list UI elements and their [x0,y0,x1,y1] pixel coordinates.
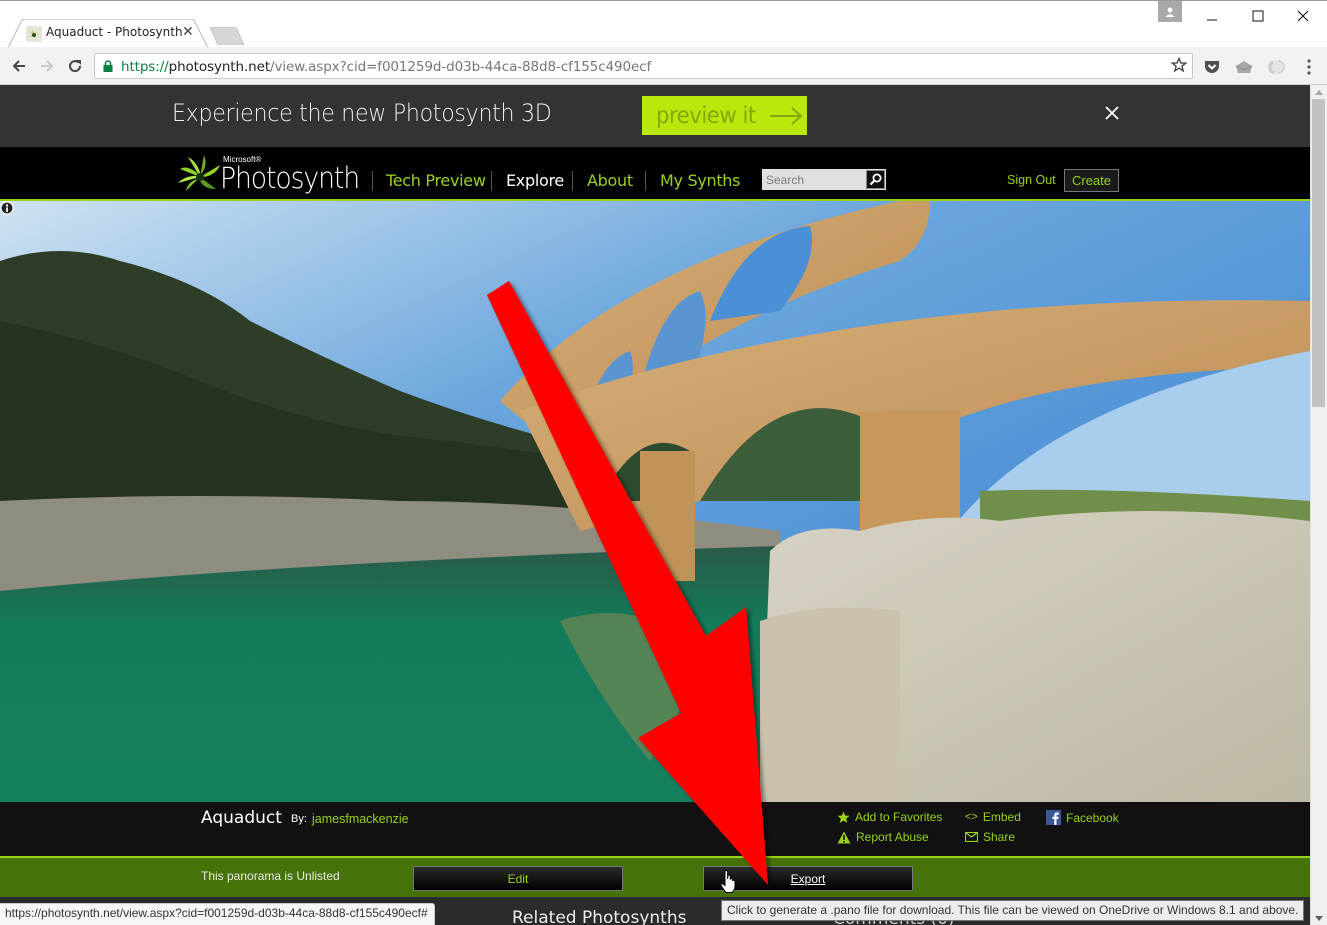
embed-link[interactable]: <> Embed [965,810,1021,824]
close-window-icon [1297,10,1309,22]
back-button[interactable] [8,55,30,77]
panorama-viewer[interactable] [0,201,1310,802]
site-navbar: Microsoft® Photosynth Tech Preview Explo… [0,147,1310,201]
page-scrollbar[interactable] [1310,85,1327,925]
browser-title-bar: Aquaduct - Photosynth ✕ [0,0,1327,48]
maximize-button[interactable] [1236,5,1280,27]
related-photosynths-heading: Related Photosynths [512,908,687,925]
arrow-right-icon [770,106,803,125]
close-window-button[interactable] [1281,5,1325,27]
nav-link-about[interactable]: About [587,171,633,190]
photosynth-leaf-icon [178,155,220,191]
author-link[interactable]: jamesfmackenzie [312,812,409,826]
forward-icon [41,60,54,72]
search-input[interactable] [762,169,862,190]
url-host: photosynth.net [168,59,271,75]
logo-name-text: Photosynth [220,161,360,195]
synth-title: Aquaduct [201,808,282,828]
bookmark-star-icon[interactable] [1171,57,1187,73]
url-scheme: https:// [121,59,169,75]
lock-icon [103,60,113,72]
nav-separator [491,171,492,191]
reload-button[interactable] [64,55,86,77]
nav-separator [372,171,373,191]
browser-tab[interactable]: Aquaduct - Photosynth ✕ [8,19,208,48]
facebook-icon [1046,810,1061,825]
pocket-icon[interactable] [1203,58,1221,76]
report-abuse-link[interactable]: Report Abuse [837,830,929,844]
extension-mail-icon[interactable] [1235,58,1253,76]
star-icon [837,811,850,823]
search-button[interactable] [866,170,885,189]
profile-icon[interactable] [1158,1,1182,22]
export-tooltip: Click to generate a .pano file for downl… [721,900,1305,921]
by-label: By: [291,813,307,825]
preview-it-label: preview it [656,102,756,129]
nav-separator [645,171,646,191]
web-page: Experience the new Photosynth 3D preview… [0,85,1310,925]
minimize-button[interactable] [1190,5,1234,27]
address-bar[interactable]: https://photosynth.net/view.aspx?cid=f00… [94,53,1193,79]
back-icon [12,60,25,72]
scroll-down-arrow-icon[interactable] [1311,911,1327,925]
scrollbar-thumb[interactable] [1312,99,1325,407]
nav-link-my-synths[interactable]: My Synths [660,171,740,190]
nav-separator [572,171,573,191]
promo-banner: Experience the new Photosynth 3D preview… [0,85,1310,147]
preview-it-button[interactable]: preview it [642,96,807,135]
add-to-favorites-link[interactable]: Add to Favorites [837,810,942,824]
facebook-link[interactable]: Facebook [1046,810,1119,825]
create-button[interactable]: Create [1064,169,1119,192]
synth-status-bar: This panorama is Unlisted Edit Export [0,856,1310,897]
url-path: /view.aspx?cid=f001259d-d03b-44ca-88d8-c… [270,59,652,75]
new-tab-button[interactable] [210,27,244,45]
tab-title: Aquaduct - Photosynth [46,25,183,39]
status-url-bubble: https://photosynth.net/view.aspx?cid=f00… [0,903,435,925]
viewer-info-icon[interactable] [0,201,14,215]
visibility-status-text: This panorama is Unlisted [201,869,340,883]
report-abuse-label: Report Abuse [856,830,929,844]
envelope-icon [965,832,978,842]
photosynth-logo[interactable]: Microsoft® Photosynth [176,153,360,195]
hand-cursor-icon [720,870,736,893]
facebook-label: Facebook [1066,810,1119,825]
photosynth-favicon-icon [26,26,42,42]
share-label: Share [983,830,1016,844]
url-text[interactable]: https://photosynth.net/view.aspx?cid=f00… [121,59,651,75]
scroll-up-arrow-icon[interactable] [1311,85,1327,99]
nav-link-tech-preview[interactable]: Tech Preview [386,171,486,190]
sign-out-link[interactable]: Sign Out [1007,173,1056,187]
edit-button[interactable]: Edit [413,866,623,891]
maximize-icon [1252,10,1264,22]
nav-link-explore[interactable]: Explore [506,171,564,190]
embed-icon: <> [965,811,978,823]
add-to-favorites-label: Add to Favorites [855,810,943,824]
share-link[interactable]: Share [965,830,1015,844]
promo-close-icon[interactable] [1104,105,1120,121]
synth-info-bar: Aquaduct By: jamesfmackenzie Add to Favo… [0,802,1310,856]
promo-text: Experience the new Photosynth 3D [172,99,552,127]
minimize-icon [1207,19,1217,21]
tab-close-icon[interactable]: ✕ [182,23,194,40]
forward-button[interactable] [36,55,58,77]
extension-sync-icon[interactable] [1267,58,1285,76]
menu-dots-icon[interactable] [1300,58,1318,76]
embed-label: Embed [982,810,1021,824]
browser-toolbar: https://photosynth.net/view.aspx?cid=f00… [0,47,1327,85]
panorama-image [0,201,1310,802]
search-icon [869,173,882,186]
search-box [762,169,886,190]
reload-icon [69,60,82,73]
warning-icon [837,831,851,843]
